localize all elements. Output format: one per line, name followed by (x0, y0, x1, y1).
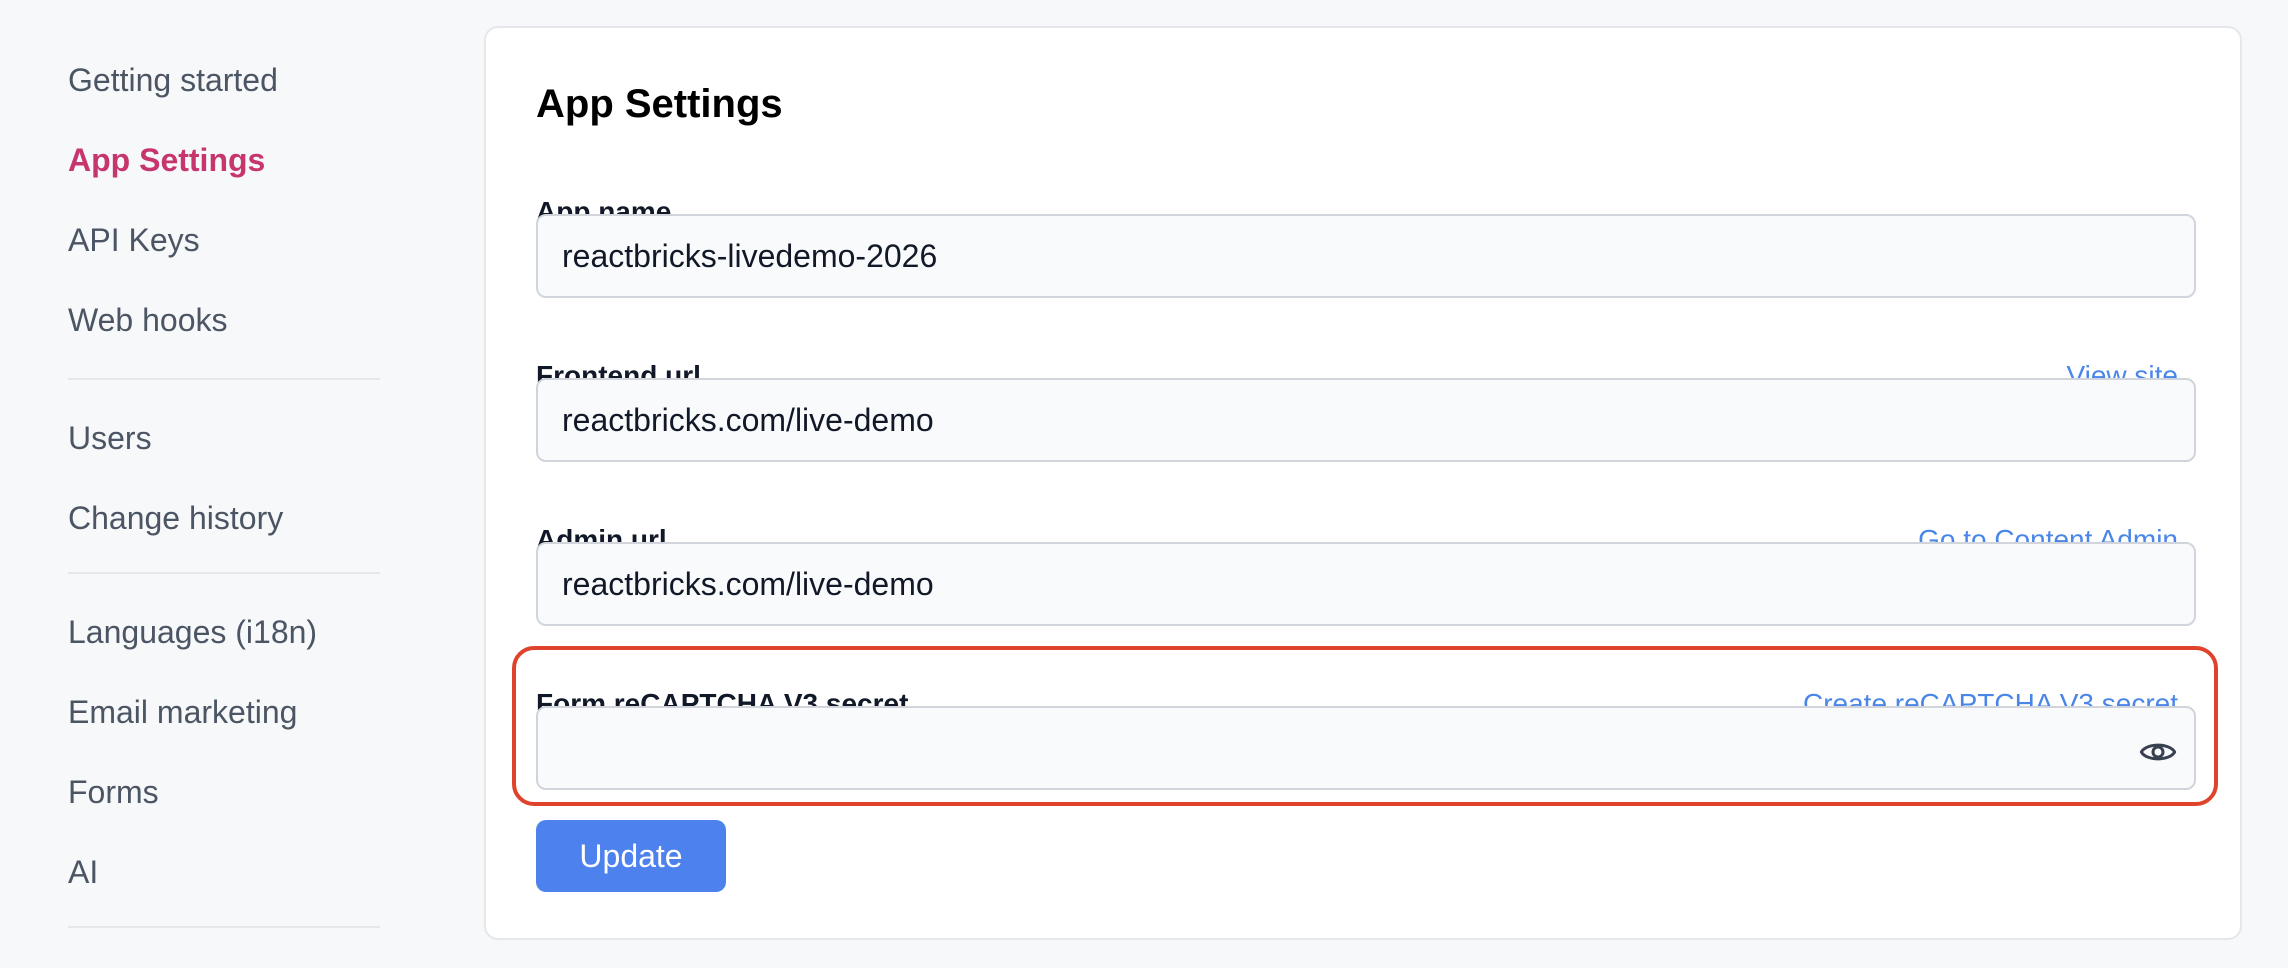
sidebar-item-getting-started[interactable]: Getting started (68, 62, 278, 99)
eye-icon[interactable] (2138, 732, 2178, 772)
sidebar-item-languages[interactable]: Languages (i18n) (68, 614, 317, 651)
update-button[interactable]: Update (536, 820, 726, 892)
sidebar-divider (68, 926, 380, 928)
sidebar-item-ai[interactable]: AI (68, 854, 98, 891)
sidebar-item-api-keys[interactable]: API Keys (68, 222, 200, 259)
sidebar-item-app-settings[interactable]: App Settings (68, 142, 265, 179)
sidebar-divider (68, 378, 380, 380)
sidebar-divider (68, 572, 380, 574)
frontend-url-input[interactable] (536, 378, 2196, 462)
app-settings-card: App Settings App name Frontend url View … (484, 26, 2242, 940)
sidebar-item-change-history[interactable]: Change history (68, 500, 283, 537)
page-title: App Settings (536, 82, 783, 126)
sidebar-item-email-marketing[interactable]: Email marketing (68, 694, 297, 731)
app-name-input[interactable] (536, 214, 2196, 298)
sidebar-item-web-hooks[interactable]: Web hooks (68, 302, 228, 339)
sidebar-item-forms[interactable]: Forms (68, 774, 159, 811)
admin-url-input[interactable] (536, 542, 2196, 626)
sidebar-item-users[interactable]: Users (68, 420, 152, 457)
sidebar: Getting started App Settings API Keys We… (0, 0, 460, 968)
recaptcha-secret-input[interactable] (536, 706, 2196, 790)
